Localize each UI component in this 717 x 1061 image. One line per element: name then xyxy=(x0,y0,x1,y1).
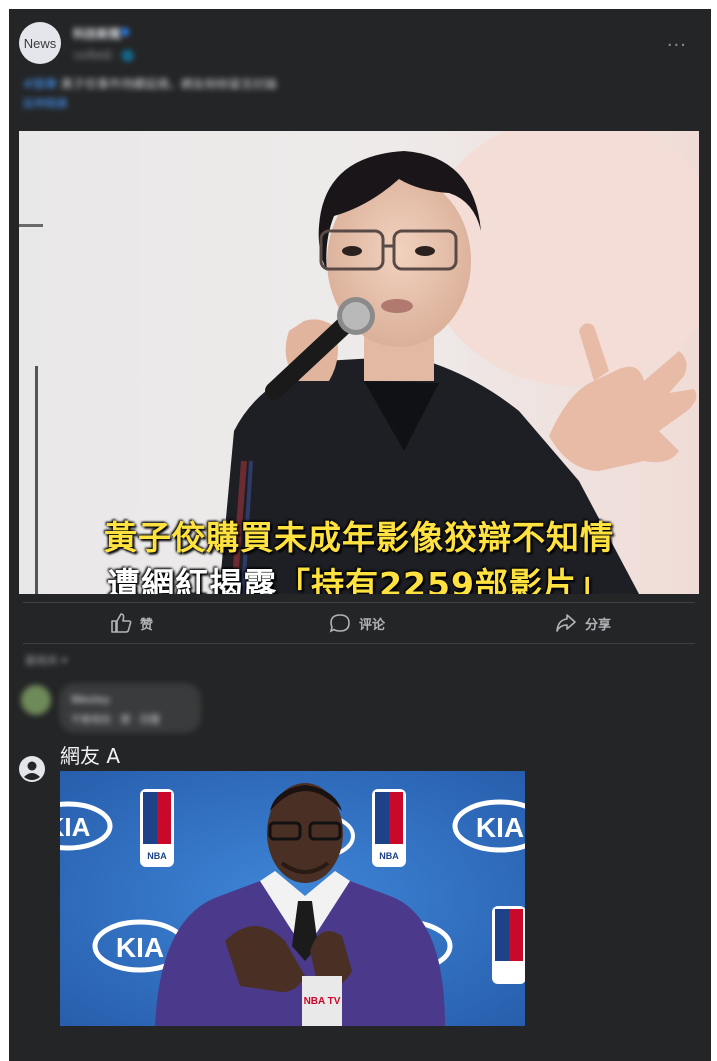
post-body-text: 黃子佼事件持續延燒，網友紛紛留言討論 xyxy=(60,77,277,91)
comment-bubble: Wesley 不敢相信 · 贊 · 回覆 xyxy=(59,683,201,733)
page-name[interactable]: 科技新聞 xyxy=(73,25,121,42)
comment-sort-dropdown[interactable]: 最相关 ▾ xyxy=(25,652,67,668)
post-timestamp[interactable]: 10月8日 · 🌐 xyxy=(73,47,134,62)
svg-text:KIA: KIA xyxy=(60,812,91,842)
post-image[interactable]: 黃子佼購買未成年影像狡辯不知情 遭網紅揭露「持有2259部影片」 xyxy=(19,131,699,594)
more-options-icon[interactable]: ··· xyxy=(667,35,687,56)
svg-text:NBA: NBA xyxy=(379,851,399,861)
verified-badge-icon xyxy=(121,28,129,36)
thumbs-up-icon xyxy=(111,613,132,633)
nba-logo-bottom-right xyxy=(492,906,525,984)
page-avatar[interactable]: News xyxy=(19,22,61,64)
share-label: 分享 xyxy=(585,617,612,633)
share-button[interactable]: 分享 xyxy=(555,609,611,637)
press-conference-illustration: NBA NBA KIA KIA K xyxy=(60,771,525,1026)
comment-text: 不敢相信 · 贊 · 回覆 xyxy=(71,715,161,726)
svg-text:KIA: KIA xyxy=(116,932,164,963)
caption-quote: 「持有2259部影片」 xyxy=(277,565,611,594)
post-text: #娛樂 黃子佼事件持續延燒，網友紛紛留言討論 xyxy=(23,75,663,93)
avatar-label: News xyxy=(23,35,57,51)
image-caption-line2: 遭網紅揭露「持有2259部影片」 xyxy=(19,558,699,594)
nba-logo-right: NBA xyxy=(372,789,406,867)
comment-button[interactable]: 评论 xyxy=(329,609,385,637)
screenshot-frame: News 科技新聞 10月8日 · 🌐 ··· #娛樂 黃子佼事件持續延燒，網友… xyxy=(9,9,711,1061)
share-arrow-icon xyxy=(556,614,576,632)
reply-author-name[interactable]: 網友 A xyxy=(60,740,120,769)
mic-flag-logo: NBA TV xyxy=(304,996,341,1007)
commenter-avatar[interactable] xyxy=(21,685,51,715)
user-profile-icon[interactable] xyxy=(19,756,45,782)
like-label: 赞 xyxy=(140,617,154,633)
comment-label: 评论 xyxy=(359,617,386,633)
action-divider-bottom xyxy=(23,643,695,644)
post-link[interactable]: 延伸閱讀 xyxy=(23,95,67,111)
image-caption-line1: 黃子佼購買未成年影像狡辯不知情 xyxy=(104,518,614,557)
comment-bubble-icon xyxy=(329,614,350,633)
svg-text:KIA: KIA xyxy=(476,812,524,843)
like-button[interactable]: 赞 xyxy=(110,609,153,637)
caption-prefix: 遭網紅揭露 xyxy=(107,565,278,594)
post-card: News 科技新聞 10月8日 · 🌐 ··· #娛樂 黃子佼事件持續延燒，網友… xyxy=(9,9,711,597)
action-divider-top xyxy=(23,602,695,603)
post-hashtag[interactable]: #娛樂 xyxy=(23,77,57,91)
commenter-name[interactable]: Wesley xyxy=(71,693,110,706)
nba-logo-left: NBA xyxy=(140,789,174,867)
svg-text:NBA: NBA xyxy=(147,851,167,861)
reply-meme-image[interactable]: NBA NBA KIA KIA K xyxy=(60,771,525,1026)
